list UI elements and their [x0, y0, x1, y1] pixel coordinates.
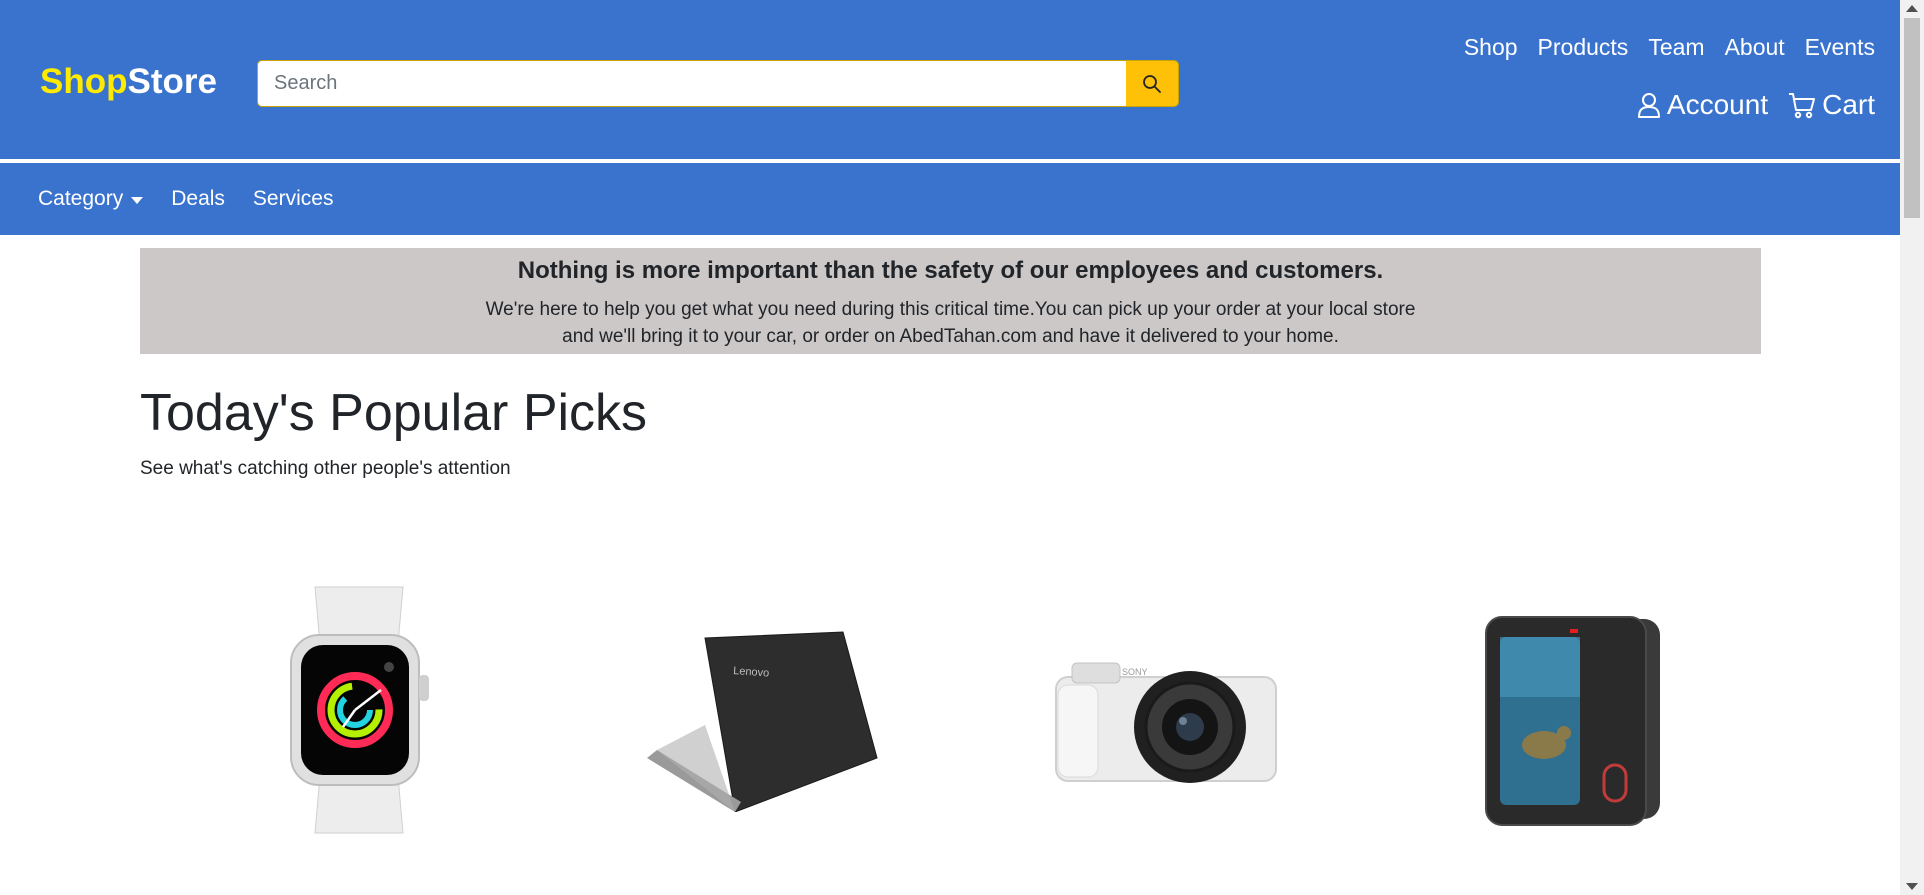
top-header: ShopStore Shop Products Team About Event…: [0, 0, 1900, 161]
search-button[interactable]: [1126, 61, 1178, 106]
camera-image: SONY: [1055, 662, 1277, 783]
category-nav: Category Deals Services: [0, 163, 1900, 235]
main-nav: Shop Products Team About Events: [1454, 30, 1885, 64]
page-title: Today's Popular Picks: [140, 384, 648, 442]
logo-store-text: Store: [127, 62, 217, 101]
logo-shop-text: Shop: [40, 62, 128, 101]
action-camera-image: [1485, 616, 1660, 826]
cart-label: Cart: [1822, 89, 1875, 120]
laptop-brand-text: Lenovo: [733, 665, 770, 679]
scrollbar-thumb[interactable]: [1904, 18, 1920, 218]
page-subtitle: See what's catching other people's atten…: [140, 458, 511, 479]
scroll-down-arrow-icon[interactable]: [1906, 883, 1918, 890]
scroll-up-arrow-icon[interactable]: [1906, 5, 1918, 12]
safety-notice: Nothing is more important than the safet…: [140, 248, 1761, 354]
account-cart-row: Account Cart: [1627, 86, 1885, 124]
search-icon: [1143, 74, 1161, 93]
smartwatch-image: [290, 586, 429, 834]
camera-brand-text: SONY: [1122, 667, 1148, 677]
notice-heading: Nothing is more important than the safet…: [517, 257, 1384, 284]
cart-link[interactable]: Cart: [1778, 86, 1885, 124]
nav-link-products[interactable]: Products: [1528, 30, 1639, 64]
nav-link-shop[interactable]: Shop: [1454, 30, 1528, 64]
account-label: Account: [1666, 89, 1769, 120]
cart-icon: [1789, 93, 1816, 119]
search-input[interactable]: [258, 61, 1126, 106]
nav-link-events[interactable]: Events: [1795, 30, 1885, 64]
nav-link-team[interactable]: Team: [1638, 30, 1714, 64]
account-link[interactable]: Account: [1627, 86, 1778, 124]
services-link[interactable]: Services: [239, 187, 348, 211]
product-card-watch[interactable]: [285, 585, 433, 835]
notice-body: We're here to help you get what you need…: [485, 299, 1416, 347]
category-label: Category: [38, 187, 124, 210]
product-card-camera[interactable]: SONY: [1052, 655, 1284, 787]
search-bar: [257, 60, 1179, 107]
caret-down-icon: [131, 196, 144, 204]
nav-link-about[interactable]: About: [1715, 30, 1795, 64]
user-icon: [1637, 93, 1660, 118]
laptop-image: Lenovo: [647, 631, 878, 813]
category-dropdown[interactable]: Category: [24, 187, 157, 211]
product-card-action-camera[interactable]: [1484, 615, 1662, 827]
page-scrollbar[interactable]: [1900, 0, 1924, 895]
deals-link[interactable]: Deals: [157, 187, 239, 211]
logo[interactable]: ShopStore: [40, 62, 217, 102]
product-card-laptop[interactable]: Lenovo: [645, 630, 880, 813]
page: ShopStore Shop Products Team About Event…: [0, 0, 1924, 895]
